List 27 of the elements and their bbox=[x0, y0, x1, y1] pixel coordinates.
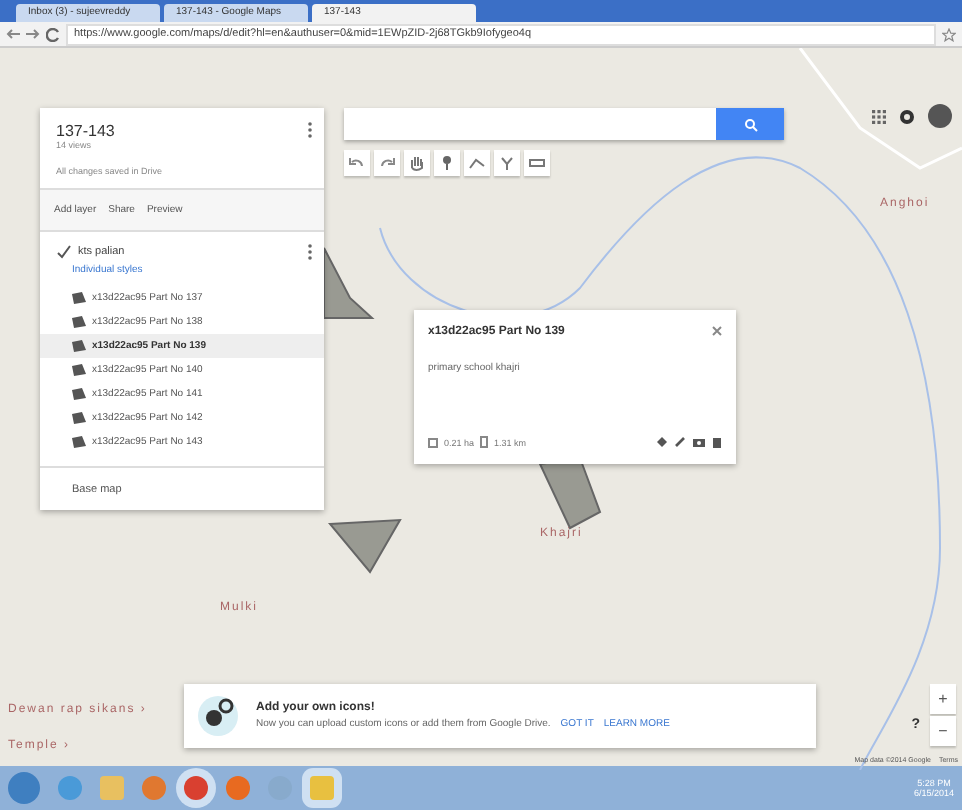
camera-icon[interactable] bbox=[692, 436, 706, 448]
avatar-circle[interactable] bbox=[928, 104, 952, 128]
ruler-icon[interactable] bbox=[524, 150, 550, 176]
delete-icon[interactable] bbox=[712, 436, 722, 448]
apps-grid-icon[interactable] bbox=[872, 109, 886, 123]
undo-icon[interactable] bbox=[344, 150, 370, 176]
zoom-button[interactable]: + bbox=[930, 684, 956, 714]
length-icon bbox=[480, 436, 489, 448]
back-icon[interactable] bbox=[6, 28, 20, 40]
map-title[interactable]: 137-143 bbox=[56, 122, 308, 140]
close-icon[interactable] bbox=[712, 326, 722, 336]
marker-icon[interactable] bbox=[434, 150, 460, 176]
redo-icon[interactable] bbox=[374, 150, 400, 176]
edit-icon[interactable] bbox=[674, 436, 686, 448]
search-icon bbox=[743, 117, 757, 131]
paint-bucket-icon[interactable] bbox=[656, 436, 668, 448]
area-icon bbox=[428, 437, 438, 447]
reload-icon[interactable] bbox=[46, 27, 60, 41]
search-field[interactable] bbox=[344, 108, 716, 140]
star-icon[interactable] bbox=[942, 27, 956, 41]
forward-icon[interactable] bbox=[26, 28, 40, 40]
land-parcel bbox=[327, 518, 402, 574]
hand-icon[interactable] bbox=[404, 150, 430, 176]
search-button[interactable] bbox=[716, 108, 784, 140]
directions-icon[interactable] bbox=[494, 150, 520, 176]
zoom-button[interactable]: − bbox=[930, 716, 956, 746]
layer-checkbox[interactable] bbox=[56, 244, 72, 260]
